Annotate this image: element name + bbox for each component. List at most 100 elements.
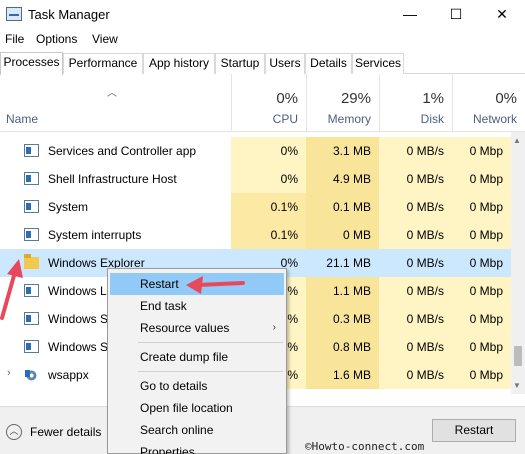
sort-up-icon[interactable]: ︿ <box>107 84 117 99</box>
process-name: Windows S <box>48 312 109 326</box>
network-cell: 0 Mbp <box>452 277 511 305</box>
disk-cell: 0 MB/s <box>406 256 444 270</box>
memory-total: 29% <box>340 90 371 107</box>
menu-file[interactable]: File <box>5 32 24 46</box>
scroll-down-icon[interactable]: ▼ <box>513 381 521 390</box>
memory-cell: 3.1 MB <box>306 137 379 165</box>
menu-item-restart[interactable]: Restart <box>110 273 284 295</box>
table-row[interactable]: System interrupts 0.1% 0 MB 0 MB/s 0 Mbp <box>0 221 525 249</box>
menu-item-properties[interactable]: Properties <box>110 441 284 454</box>
network-cell: 0 Mbp <box>452 333 511 361</box>
context-menu: Restart End task Resource values › Creat… <box>107 268 287 454</box>
column-network[interactable]: 0% Network <box>452 74 525 132</box>
maximize-button[interactable]: ☐ <box>433 0 479 30</box>
menu-bar: File Options View <box>0 30 525 50</box>
menu-item-create-dump-file[interactable]: Create dump file <box>110 346 284 368</box>
menu-item-resource-values[interactable]: Resource values › <box>110 317 284 339</box>
fewer-details-link[interactable]: Fewer details <box>30 425 101 439</box>
memory-cell: 21.1 MB <box>326 256 371 270</box>
disk-cell: 0 MB/s <box>379 165 452 193</box>
app-icon <box>24 200 39 213</box>
memory-cell: 1.6 MB <box>306 361 379 389</box>
menu-item-label: Resource values <box>140 321 230 335</box>
tab-services[interactable]: Services <box>352 53 404 74</box>
column-memory[interactable]: 29% Memory <box>306 74 379 132</box>
tab-strip: Processes Performance App history Startu… <box>0 52 525 75</box>
process-name: Services and Controller app <box>48 144 197 158</box>
tab-startup[interactable]: Startup <box>215 53 265 74</box>
menu-options[interactable]: Options <box>36 32 77 46</box>
expand-chevron-icon[interactable]: › <box>7 367 11 379</box>
column-header: ︿ Name 0% CPU 29% Memory 1% Disk 0% Netw… <box>0 74 525 132</box>
memory-cell: 0.8 MB <box>306 333 379 361</box>
cpu-label: CPU <box>272 112 298 126</box>
network-cell: 0 Mbp <box>452 305 511 333</box>
column-cpu[interactable]: 0% CPU <box>231 74 306 132</box>
folder-icon <box>24 254 39 269</box>
collapse-chevron-icon[interactable]: ︿ <box>6 424 22 440</box>
scroll-up-icon[interactable]: ▲ <box>513 136 521 145</box>
close-button[interactable]: ✕ <box>479 0 525 30</box>
disk-total: 1% <box>422 90 444 107</box>
network-cell: 0 Mbp <box>452 165 511 193</box>
cpu-cell: 0.1% <box>231 193 306 221</box>
app-icon <box>24 340 39 353</box>
menu-view[interactable]: View <box>92 32 118 46</box>
disk-cell: 0 MB/s <box>379 193 452 221</box>
minimize-button[interactable]: — <box>387 0 433 30</box>
menu-item-search-online[interactable]: Search online <box>110 419 284 441</box>
network-cell: 0 Mbp <box>469 256 503 270</box>
network-cell: 0 Mbp <box>452 221 511 249</box>
app-icon <box>24 144 39 157</box>
tab-processes[interactable]: Processes <box>0 52 63 75</box>
network-label: Network <box>472 112 517 126</box>
process-name: System <box>48 200 89 214</box>
disk-cell: 0 MB/s <box>379 361 452 389</box>
menu-item-go-to-details[interactable]: Go to details <box>110 375 284 397</box>
disk-cell: 0 MB/s <box>379 305 452 333</box>
network-total: 0% <box>495 90 517 107</box>
cpu-total: 0% <box>276 90 298 107</box>
table-row[interactable]: System 0.1% 0.1 MB 0 MB/s 0 Mbp <box>0 193 525 221</box>
column-name[interactable]: Name <box>6 112 38 126</box>
tab-details[interactable]: Details <box>305 53 352 74</box>
memory-cell: 4.9 MB <box>306 165 379 193</box>
process-name: Windows S <box>48 340 109 354</box>
disk-cell: 0 MB/s <box>379 277 452 305</box>
process-name: Shell Infrastructure Host <box>48 172 177 186</box>
scrollbar-thumb[interactable] <box>514 346 522 366</box>
table-row[interactable]: Services and Controller app 0% 3.1 MB 0 … <box>0 137 525 165</box>
tab-performance[interactable]: Performance <box>63 53 143 74</box>
network-cell: 0 Mbp <box>452 137 511 165</box>
watermark: ©Howto-connect.com <box>305 440 425 453</box>
table-row[interactable]: Shell Infrastructure Host 0% 4.9 MB 0 MB… <box>0 165 525 193</box>
process-name: System interrupts <box>48 228 142 242</box>
disk-cell: 0 MB/s <box>379 137 452 165</box>
menu-item-open-file-location[interactable]: Open file location <box>110 397 284 419</box>
memory-label: Memory <box>327 112 371 126</box>
menu-item-end-task[interactable]: End task <box>110 295 284 317</box>
task-manager-icon <box>6 7 22 21</box>
vertical-scrollbar[interactable]: ▲ ▼ <box>511 132 525 394</box>
restart-button[interactable]: Restart <box>432 419 516 442</box>
disk-cell: 0 MB/s <box>379 333 452 361</box>
cpu-cell: 0% <box>231 137 306 165</box>
memory-cell: 1.1 MB <box>306 277 379 305</box>
gear-icon <box>24 368 39 381</box>
app-icon <box>24 228 39 241</box>
network-cell: 0 Mbp <box>452 361 511 389</box>
menu-separator <box>138 371 283 372</box>
process-name: Windows L <box>48 284 107 298</box>
app-icon <box>24 172 39 185</box>
submenu-arrow-icon: › <box>272 322 276 333</box>
tab-app-history[interactable]: App history <box>143 53 215 74</box>
menu-separator <box>138 342 283 343</box>
tab-users[interactable]: Users <box>265 53 305 74</box>
memory-cell: 0.3 MB <box>306 305 379 333</box>
memory-cell: 0.1 MB <box>306 193 379 221</box>
column-disk[interactable]: 1% Disk <box>379 74 452 132</box>
disk-label: Disk <box>420 112 444 126</box>
app-icon <box>24 312 39 325</box>
app-icon <box>24 284 39 297</box>
title-bar: Task Manager — ☐ ✕ <box>0 0 525 30</box>
